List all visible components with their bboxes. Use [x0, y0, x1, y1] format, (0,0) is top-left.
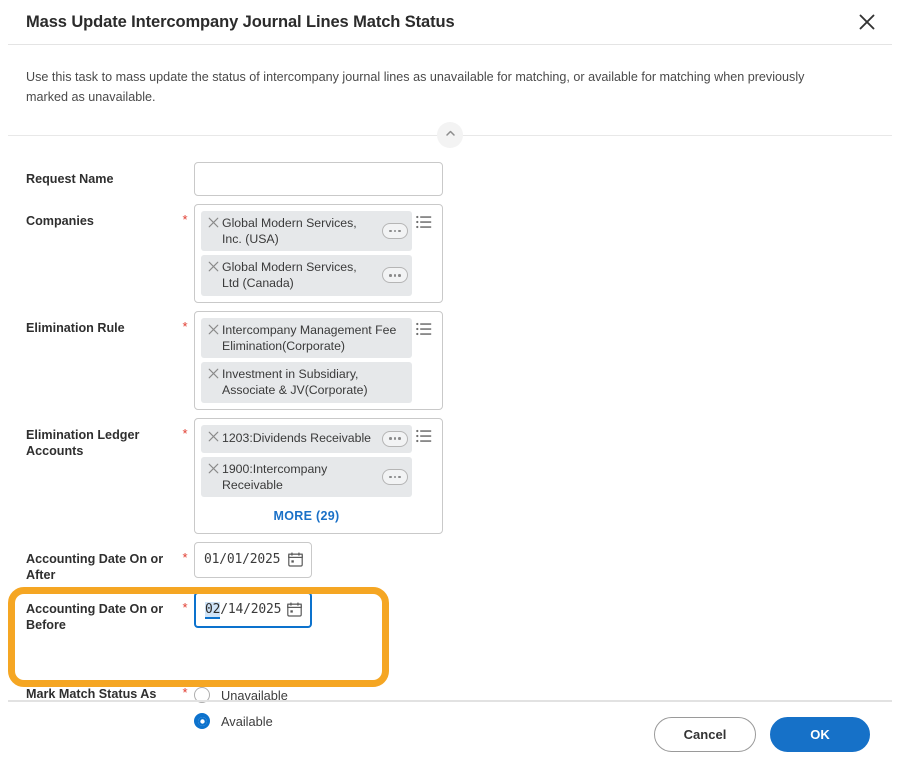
required-marker-mark-match-status-as: * [176, 677, 194, 700]
remove-chip-icon[interactable] [204, 461, 222, 474]
chip-label: 1900:Intercompany Receivable [222, 461, 380, 493]
chip[interactable]: Investment in Subsidiary, Associate & JV… [201, 362, 412, 402]
date-on-or-after-input[interactable]: 01/01/2025 [194, 542, 312, 578]
elimination-ledger-accounts-chip-list: 1203:Dividends Receivable 1900:Intercomp… [201, 425, 412, 527]
field-row-companies: Companies * Global Modern Services, Inc.… [0, 204, 900, 303]
required-marker-elimination-ledger-accounts: * [176, 418, 194, 441]
date-month-segment[interactable]: 02 [205, 602, 220, 619]
remove-chip-icon[interactable] [204, 429, 222, 442]
date-on-or-before-value: 02/14/2025 [205, 602, 287, 617]
section-collapse-row [8, 122, 892, 148]
label-mark-match-status-as: Mark Match Status As [0, 677, 176, 702]
chip[interactable]: 1900:Intercompany Receivable [201, 457, 412, 497]
list-view-icon[interactable] [412, 318, 436, 336]
elimination-rule-chip-list: Intercompany Management Fee Elimination(… [201, 318, 412, 403]
calendar-icon[interactable] [287, 602, 303, 617]
chip-related-actions-icon[interactable] [382, 431, 408, 447]
field-row-elimination-ledger-accounts: Elimination Ledger Accounts * 1203:Divid… [0, 418, 900, 534]
required-marker-companies: * [176, 204, 194, 227]
label-request-name: Request Name [0, 162, 176, 187]
label-companies: Companies [0, 204, 176, 229]
field-row-elimination-rule: Elimination Rule * Intercompany Manageme… [0, 311, 900, 410]
remove-chip-icon[interactable] [204, 366, 222, 379]
collapse-section-button[interactable] [437, 122, 463, 148]
chip[interactable]: Global Modern Services, Ltd (Canada) [201, 255, 412, 295]
field-row-date-on-or-before: Accounting Date On or Before * 02/14/202… [0, 592, 900, 634]
dialog-title: Mass Update Intercompany Journal Lines M… [26, 13, 852, 32]
chip[interactable]: 1203:Dividends Receivable [201, 425, 412, 453]
chip-label: Investment in Subsidiary, Associate & JV… [222, 366, 408, 398]
list-view-icon[interactable] [412, 211, 436, 229]
close-icon [858, 13, 876, 31]
date-on-or-before-input[interactable]: 02/14/2025 [194, 592, 312, 628]
remove-chip-icon[interactable] [204, 215, 222, 228]
close-button[interactable] [852, 7, 882, 37]
form-body: Request Name * Companies * Global Modern… [0, 148, 900, 735]
chip-related-actions-icon[interactable] [382, 469, 408, 485]
calendar-icon[interactable] [288, 552, 304, 567]
required-marker-elimination-rule: * [176, 311, 194, 334]
field-row-request-name: Request Name * [0, 162, 900, 196]
date-on-or-after-value: 01/01/2025 [204, 552, 288, 567]
intro-text: Use this task to mass update the status … [0, 45, 870, 108]
date-remainder-segment[interactable]: /14/2025 [220, 602, 281, 617]
field-row-date-on-or-after: Accounting Date On or After * 01/01/2025 [0, 542, 900, 584]
required-marker-date-on-or-before: * [176, 592, 194, 615]
remove-chip-icon[interactable] [204, 322, 222, 335]
elimination-rule-multiselect[interactable]: Intercompany Management Fee Elimination(… [194, 311, 443, 410]
required-marker-request-name: * [176, 162, 194, 185]
label-date-on-or-after: Accounting Date On or After [0, 542, 176, 584]
chip[interactable]: Global Modern Services, Inc. (USA) [201, 211, 412, 251]
label-elimination-rule: Elimination Rule [0, 311, 176, 336]
label-elimination-ledger-accounts: Elimination Ledger Accounts [0, 418, 176, 460]
chip[interactable]: Intercompany Management Fee Elimination(… [201, 318, 412, 358]
required-marker-date-on-or-after: * [176, 542, 194, 565]
request-name-input[interactable] [194, 162, 443, 196]
radio-option-unavailable[interactable]: Unavailable [194, 682, 900, 708]
list-view-icon[interactable] [412, 425, 436, 443]
cancel-button[interactable]: Cancel [654, 717, 756, 752]
more-link[interactable]: MORE (29) [201, 501, 412, 527]
chip-label: Intercompany Management Fee Elimination(… [222, 322, 408, 354]
chip-label: 1203:Dividends Receivable [222, 430, 380, 446]
chip-label: Global Modern Services, Ltd (Canada) [222, 259, 380, 291]
remove-chip-icon[interactable] [204, 259, 222, 272]
chip-label: Global Modern Services, Inc. (USA) [222, 215, 380, 247]
companies-multiselect[interactable]: Global Modern Services, Inc. (USA) Globa… [194, 204, 443, 303]
chevron-up-icon [444, 127, 457, 143]
footer-divider [8, 700, 892, 702]
ok-button[interactable]: OK [770, 717, 870, 752]
elimination-ledger-accounts-multiselect[interactable]: 1203:Dividends Receivable 1900:Intercomp… [194, 418, 443, 534]
dialog-footer: Cancel OK [0, 710, 900, 758]
chip-related-actions-icon[interactable] [382, 267, 408, 283]
label-date-on-or-before: Accounting Date On or Before [0, 592, 176, 634]
dialog-header: Mass Update Intercompany Journal Lines M… [0, 0, 900, 44]
companies-chip-list: Global Modern Services, Inc. (USA) Globa… [201, 211, 412, 296]
chip-related-actions-icon[interactable] [382, 223, 408, 239]
